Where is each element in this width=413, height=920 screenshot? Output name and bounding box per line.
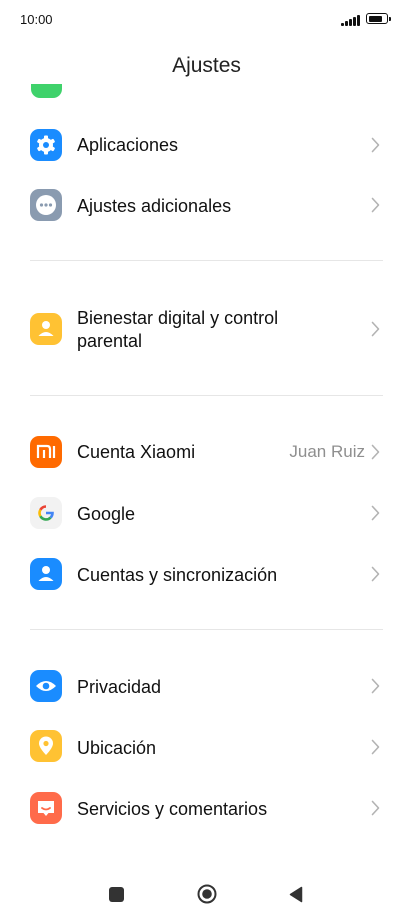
chevron-right-icon	[371, 566, 380, 582]
item-label: Ubicación	[77, 738, 157, 758]
back-triangle-icon[interactable]	[289, 886, 303, 903]
battery-icon	[366, 13, 391, 24]
settings-item-ajustes-adicionales[interactable]: Ajustes adicionales	[0, 186, 413, 226]
account-name-value: Juan Ruiz	[289, 442, 365, 461]
account-person-icon	[30, 558, 62, 590]
home-circle-icon[interactable]	[197, 884, 217, 904]
google-g-icon	[30, 497, 62, 529]
item-label: Privacidad	[77, 677, 162, 697]
chevron-right-icon	[371, 505, 380, 521]
settings-item-cuenta-xiaomi[interactable]: Cuenta Xiaomi Juan Ruiz	[0, 432, 413, 472]
chevron-right-icon	[371, 321, 380, 337]
item-label: Google	[77, 504, 136, 524]
chevron-right-icon	[371, 739, 380, 755]
settings-item-servicios-comentarios[interactable]: Servicios y comentarios	[0, 789, 413, 829]
digital-wellbeing-icon	[30, 313, 62, 345]
item-label: Cuenta Xiaomi	[77, 442, 196, 462]
signal-strength-icon	[341, 14, 363, 26]
mi-logo-icon	[30, 436, 62, 468]
item-label: Cuentas y sincronización	[77, 565, 278, 585]
settings-item-bienestar-digital[interactable]: Bienestar digital y control parental	[0, 303, 413, 355]
status-time: 10:00	[20, 12, 53, 27]
feedback-chat-icon	[30, 792, 62, 824]
section-divider	[30, 629, 383, 630]
chevron-right-icon	[371, 678, 380, 694]
settings-item-privacidad[interactable]: Privacidad	[0, 667, 413, 707]
item-label-line2: parental	[77, 331, 143, 351]
settings-item-aplicaciones[interactable]: Aplicaciones	[0, 125, 413, 165]
navigation-bar	[0, 870, 413, 920]
status-bar: 10:00	[0, 0, 413, 38]
item-label-line1: Bienestar digital y control	[77, 308, 279, 328]
location-pin-icon	[30, 730, 62, 762]
gear-icon	[30, 129, 62, 161]
item-label: Ajustes adicionales	[77, 196, 232, 216]
page-title: Ajustes	[172, 54, 241, 77]
eye-icon	[30, 670, 62, 702]
settings-item-google[interactable]: Google	[0, 494, 413, 534]
section-divider	[30, 395, 383, 396]
chevron-right-icon	[371, 137, 380, 153]
more-dots-icon	[30, 189, 62, 221]
battery-level-fill	[368, 15, 383, 22]
recents-square-icon[interactable]	[109, 887, 124, 902]
settings-item-ubicacion[interactable]: Ubicación	[0, 728, 413, 768]
chevron-right-icon	[371, 800, 380, 816]
chevron-right-icon	[371, 197, 380, 213]
settings-item-cuentas-sincronizacion[interactable]: Cuentas y sincronización	[0, 555, 413, 595]
partial-item-icon[interactable]	[31, 84, 62, 98]
section-divider	[30, 260, 383, 261]
item-label: Servicios y comentarios	[77, 799, 268, 819]
chevron-right-icon	[371, 444, 380, 460]
item-label: Aplicaciones	[77, 135, 179, 155]
